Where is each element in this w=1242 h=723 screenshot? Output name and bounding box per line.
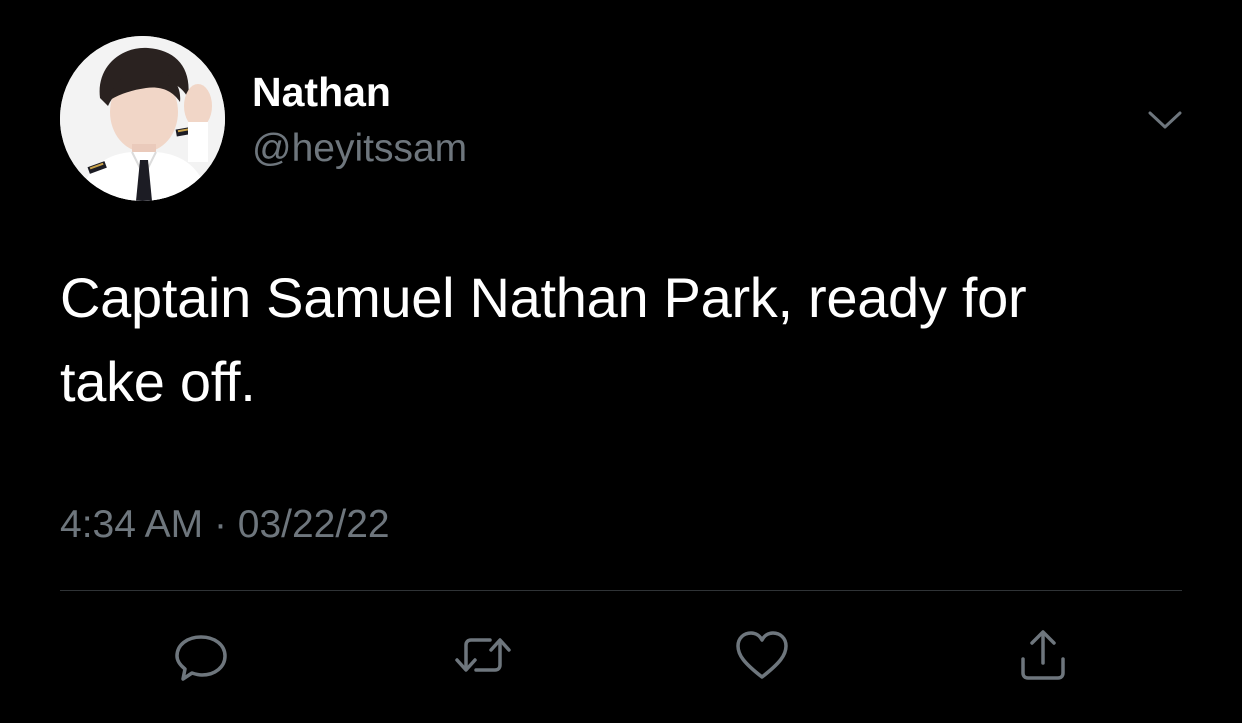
retweet-button[interactable] [448, 620, 518, 690]
reply-button[interactable] [166, 620, 236, 690]
avatar[interactable] [60, 36, 225, 201]
avatar-image [60, 36, 225, 201]
share-icon [1021, 630, 1065, 680]
tweet-card: Nathan @heyitssam Captain Samuel Nathan … [0, 0, 1242, 723]
heart-icon [736, 631, 788, 679]
tweet-text-line-2: take off. [60, 350, 256, 413]
more-options-button[interactable] [1140, 100, 1190, 140]
reply-icon [175, 635, 227, 681]
tweet-text-line-1: Captain Samuel Nathan Park, ready for [60, 266, 1027, 329]
tweet-date: 03/22/22 [237, 503, 390, 546]
retweet-icon [455, 638, 511, 672]
like-button[interactable] [727, 620, 797, 690]
tweet-time: 4:34 AM [60, 503, 204, 546]
chevron-down-icon [1148, 111, 1182, 129]
share-button[interactable] [1008, 620, 1078, 690]
author-display-name[interactable]: Nathan [252, 68, 391, 116]
author-handle[interactable]: @heyitssam [252, 125, 467, 173]
timestamp-separator: · [213, 503, 227, 546]
tweet-text: Captain Samuel Nathan Park, ready for ta… [60, 256, 1210, 424]
tweet-timestamp[interactable]: 4:34 AM · 03/22/22 [60, 500, 390, 550]
divider [60, 590, 1182, 591]
